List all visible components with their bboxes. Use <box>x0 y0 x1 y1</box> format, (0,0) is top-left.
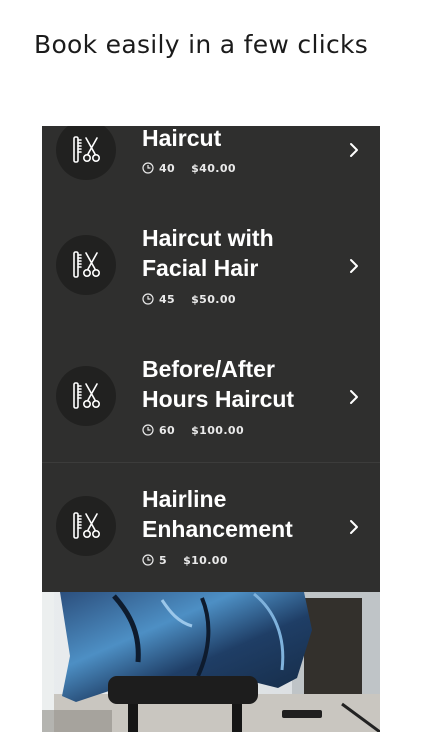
chevron-right-icon[interactable] <box>345 141 363 159</box>
clock-icon <box>142 293 154 305</box>
barber-tools-icon <box>73 136 100 163</box>
clock-icon <box>142 424 154 436</box>
service-title: Haircut with Facial Hair <box>142 225 274 281</box>
service-title: Hairline Enhancement <box>142 486 293 542</box>
service-meta: 45 $50.00 <box>142 291 236 307</box>
barber-tools-icon <box>73 512 100 539</box>
service-item[interactable]: Hairline Enhancement 5 $10.00 <box>42 462 380 593</box>
service-price: $10.00 <box>183 553 228 567</box>
service-item[interactable]: Before/After Hours Haircut 60 $100.00 <box>42 332 380 462</box>
service-title: Before/After Hours Haircut <box>142 356 295 412</box>
service-duration: 60 <box>159 423 176 437</box>
service-price: $100.00 <box>191 423 245 437</box>
headline: Book easily in a few clicks <box>34 30 369 59</box>
service-meta: 5 $10.00 <box>142 552 228 568</box>
chevron-right-icon[interactable] <box>345 518 363 536</box>
barber-tools-icon <box>73 382 100 409</box>
service-duration: 40 <box>159 161 176 175</box>
clock-icon <box>142 162 154 174</box>
service-meta: 40 $40.00 <box>142 160 236 176</box>
services-list: Haircut 40 $40.00 Haircut with Facial Ha… <box>42 126 380 732</box>
service-badge <box>56 496 116 556</box>
chevron-right-icon[interactable] <box>345 388 363 406</box>
service-badge <box>56 235 116 295</box>
service-price: $40.00 <box>191 161 236 175</box>
service-badge <box>56 126 116 180</box>
service-item[interactable]: Haircut 40 $40.00 <box>42 126 380 201</box>
service-badge <box>56 366 116 426</box>
chevron-right-icon[interactable] <box>345 257 363 275</box>
barbershop-photo <box>42 592 380 732</box>
service-item[interactable]: Haircut with Facial Hair 45 $50.00 <box>42 201 380 332</box>
service-duration: 5 <box>159 553 168 567</box>
service-price: $50.00 <box>191 292 236 306</box>
service-duration: 45 <box>159 292 176 306</box>
clock-icon <box>142 554 154 566</box>
barber-tools-icon <box>73 251 100 278</box>
service-title: Haircut <box>142 126 222 151</box>
service-meta: 60 $100.00 <box>142 422 244 438</box>
